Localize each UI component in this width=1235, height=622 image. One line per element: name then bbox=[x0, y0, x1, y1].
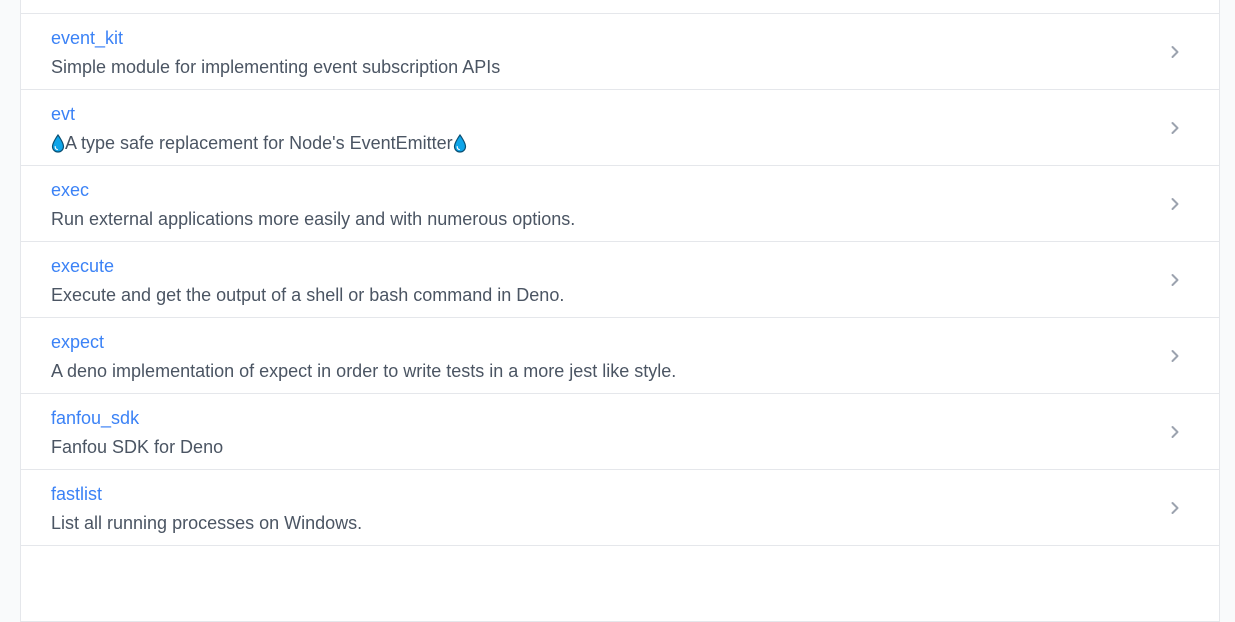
water-drop-icon bbox=[453, 133, 466, 153]
module-name-link[interactable]: fanfou_sdk bbox=[51, 407, 139, 429]
module-description: List all running processes on Windows. bbox=[51, 513, 363, 533]
module-description: Run external applications more easily an… bbox=[51, 209, 576, 229]
module-description: Execute and get the output of a shell or… bbox=[51, 285, 565, 305]
list-item[interactable]: expect A deno implementation of expect i… bbox=[21, 318, 1219, 394]
module-name-link[interactable]: execute bbox=[51, 255, 114, 277]
list-item[interactable] bbox=[21, 0, 1219, 14]
list-item[interactable]: execute Execute and get the output of a … bbox=[21, 242, 1219, 318]
module-list: event_kit Simple module for implementing… bbox=[20, 0, 1220, 622]
chevron-right-icon bbox=[1171, 198, 1179, 210]
list-item[interactable]: exec Run external applications more easi… bbox=[21, 166, 1219, 242]
module-description: Fanfou SDK for Deno bbox=[51, 437, 224, 457]
module-name-link[interactable]: exec bbox=[51, 179, 89, 201]
chevron-right-icon bbox=[1171, 502, 1179, 514]
module-description: A deno implementation of expect in order… bbox=[51, 361, 677, 381]
module-description: A type safe replacement for Node's Event… bbox=[65, 133, 453, 153]
chevron-right-icon bbox=[1171, 122, 1179, 134]
module-name-link[interactable]: expect bbox=[51, 331, 104, 353]
list-item[interactable]: fastlist List all running processes on W… bbox=[21, 470, 1219, 546]
chevron-right-icon bbox=[1171, 426, 1179, 438]
water-drop-icon bbox=[51, 133, 65, 153]
chevron-right-icon bbox=[1171, 274, 1179, 286]
list-item[interactable]: event_kit Simple module for implementing… bbox=[21, 14, 1219, 90]
list-item[interactable] bbox=[21, 546, 1219, 622]
module-description-wrap: A type safe replacement for Node's Event… bbox=[51, 132, 467, 154]
chevron-right-icon bbox=[1171, 350, 1179, 362]
list-item[interactable]: fanfou_sdk Fanfou SDK for Deno bbox=[21, 394, 1219, 470]
module-description: Simple module for implementing event sub… bbox=[51, 57, 501, 77]
module-name-link[interactable]: evt bbox=[51, 103, 75, 125]
module-name-link[interactable]: fastlist bbox=[51, 483, 102, 505]
list-item[interactable]: evt A type safe replacement for Node's E… bbox=[21, 90, 1219, 166]
module-name-link[interactable]: event_kit bbox=[51, 27, 123, 49]
chevron-right-icon bbox=[1171, 46, 1179, 58]
